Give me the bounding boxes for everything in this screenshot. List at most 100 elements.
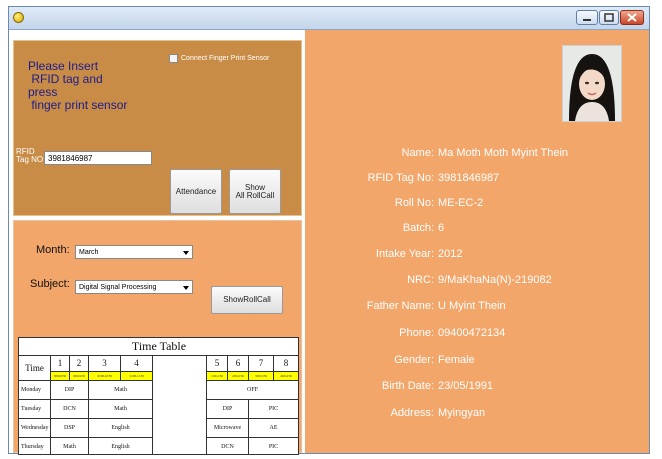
period-time: 8:00-8:50 [51, 372, 70, 381]
timetable-subject: PIC [249, 438, 298, 454]
period-header: 8 [274, 355, 298, 372]
period-time: 2:00-2:50 [228, 372, 249, 381]
info-row: RFID Tag No: 3981846987 [305, 172, 649, 188]
info-row: Phone: 09400472134 [305, 327, 649, 343]
info-value: U Myint Thein [438, 300, 506, 312]
timetable-day: Thursday [19, 438, 51, 454]
month-select-value: March [79, 249, 99, 256]
timetable-subject: DIP [207, 400, 249, 419]
timetable: Time Table Time 1 2 3 4 5 6 7 8 8:00-8:5… [18, 337, 299, 455]
info-label: Father Name: [366, 300, 434, 312]
info-label: Roll No: [394, 197, 434, 209]
period-header: 5 [207, 355, 228, 372]
finger-print-checkbox[interactable]: Connect Finger Print Sensor [169, 54, 269, 63]
info-value: ME-EC-2 [438, 197, 484, 209]
info-value: 09400472134 [438, 327, 506, 339]
info-value: 3981846987 [438, 172, 500, 184]
timetable-subject: Math [89, 381, 153, 400]
info-value: 6 [438, 222, 445, 234]
subject-label: Subject: [30, 278, 70, 290]
minimize-icon [583, 19, 591, 21]
info-label: NRC: [407, 274, 434, 286]
show-all-rollcall-button[interactable]: Show All RollCall [229, 169, 281, 214]
timetable-subject: English [89, 419, 153, 438]
info-row: Birth Date: 23/05/1991 [305, 380, 649, 396]
close-button[interactable] [620, 10, 644, 25]
period-header: 1 [51, 355, 70, 372]
timetable-subject: DCN [51, 400, 89, 419]
timetable-subject: Math [89, 400, 153, 419]
info-row: Gender: Female [305, 354, 649, 370]
subject-select[interactable]: Digital Signal Processing [75, 280, 193, 294]
info-row: Intake Year: 2012 [305, 248, 649, 264]
rfid-insert-panel: Please Insert RFID tag and press finger … [13, 40, 302, 216]
attendance-button[interactable]: Attendance [170, 169, 222, 214]
close-icon [627, 13, 637, 22]
timetable-subject: Math [51, 438, 89, 454]
title-bar [9, 7, 649, 30]
finger-print-checkbox-label: Connect Finger Print Sensor [181, 55, 270, 62]
timetable-subject: PIC [249, 400, 298, 419]
info-label: Batch: [402, 222, 434, 234]
rollcall-filter-panel: Month: March Subject: Digital Signal Pro… [13, 220, 302, 455]
info-row: Roll No: ME-EC-2 [305, 197, 649, 213]
period-time: 1:00-1:50 [207, 372, 228, 381]
timetable-title: Time Table [19, 338, 298, 356]
app-icon [13, 12, 24, 23]
timetable-day: Tuesday [19, 400, 51, 419]
info-row: Address: Myingyan [305, 407, 649, 423]
checkbox-box[interactable] [169, 54, 178, 63]
info-label: Name: [401, 147, 434, 159]
timetable-subject: AE [249, 419, 298, 438]
rfid-tag-input[interactable]: 3981846987 [44, 151, 152, 165]
minimize-button[interactable] [576, 10, 598, 25]
timetable-time-header: Time [19, 355, 51, 381]
info-label: Gender: [394, 354, 434, 366]
info-value: Ma Moth Moth Myint Thein [438, 147, 569, 159]
info-row: NRC: 9/MaKhaNa(N)-219082 [305, 274, 649, 290]
period-header: 4 [121, 355, 153, 372]
period-header: 6 [228, 355, 249, 372]
timetable-subject: OFF [207, 381, 298, 400]
period-time: 3:00-3:50 [249, 372, 274, 381]
student-info-panel: Name: Ma Moth Moth Myint Thein RFID Tag … [305, 30, 649, 453]
maximize-icon [604, 13, 614, 22]
info-label: Address: [390, 407, 434, 419]
info-label: Phone: [399, 327, 434, 339]
period-header: 3 [89, 355, 121, 372]
timetable-subject: Microwave [207, 419, 249, 438]
chevron-down-icon [183, 286, 189, 290]
month-label: Month: [36, 244, 70, 256]
info-value: Female [438, 354, 475, 366]
info-value: 2012 [438, 248, 463, 260]
info-value: 23/05/1991 [438, 380, 494, 392]
timetable-day: Monday [19, 381, 51, 400]
info-row: Batch: 6 [305, 222, 649, 238]
show-rollcall-button[interactable]: ShowRollCall [211, 286, 283, 314]
timetable-subject: English [89, 438, 153, 454]
app-window: Please Insert RFID tag and press finger … [8, 6, 650, 455]
timetable-day: Wednesday [19, 419, 51, 438]
period-header: 7 [249, 355, 274, 372]
timetable-subject: DCN [207, 438, 249, 454]
period-time: 4:00-4:50 [274, 372, 298, 381]
period-time: 10:00-10:50 [89, 372, 121, 381]
info-row: Father Name: U Myint Thein [305, 300, 649, 316]
info-label: Birth Date: [382, 380, 434, 392]
period-header: 2 [70, 355, 89, 372]
student-photo-image [563, 46, 621, 121]
student-photo [562, 45, 622, 122]
period-time: 11:00-11:50 [121, 372, 153, 381]
period-time: 9:00-9:50 [70, 372, 89, 381]
maximize-button[interactable] [599, 10, 619, 25]
info-value: Myingyan [438, 407, 486, 419]
insert-prompt: Please Insert RFID tag and press finger … [28, 59, 128, 112]
info-label: Intake Year: [375, 248, 434, 260]
info-label: RFID Tag No: [367, 172, 434, 184]
info-value: 9/MaKhaNa(N)-219082 [438, 274, 552, 286]
rfid-tag-label: RFID Tag NO: [16, 147, 46, 164]
timetable-subject: DSP [51, 419, 89, 438]
month-select[interactable]: March [75, 245, 193, 259]
subject-select-value: Digital Signal Processing [79, 284, 157, 291]
lunch-break-column [153, 355, 207, 454]
